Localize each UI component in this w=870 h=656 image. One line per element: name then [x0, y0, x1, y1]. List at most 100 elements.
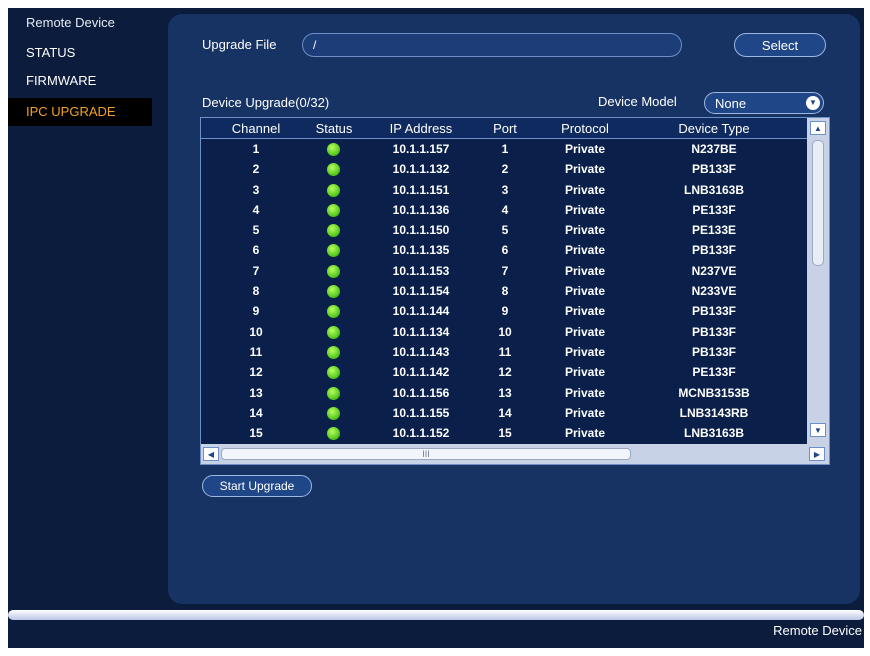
sidebar-item-status[interactable]: STATUS: [8, 39, 152, 67]
progress-bar: [8, 610, 864, 620]
status-online-icon: [327, 163, 340, 177]
vertical-scrollbar[interactable]: ▲ ▼: [807, 118, 829, 444]
protocol-cell: Private: [564, 162, 606, 177]
table-row[interactable]: 7 10.1.1.153 7 Private N237VE: [201, 261, 807, 281]
table-row[interactable]: 14 10.1.1.155 14 Private LNB3143RB: [201, 403, 807, 423]
port-cell: 5: [501, 223, 509, 238]
status-online-icon: [327, 224, 340, 238]
status-online-icon: [327, 203, 340, 217]
protocol-cell: Private: [564, 365, 606, 380]
table-row[interactable]: 15 10.1.1.152 15 Private LNB3163B: [201, 423, 807, 443]
select-button[interactable]: Select: [734, 33, 826, 57]
column-header-ip-address[interactable]: IP Address: [367, 121, 475, 136]
device-model-select[interactable]: None ▼: [704, 92, 824, 114]
status-online-icon: [327, 285, 340, 299]
channel-cell: 4: [252, 202, 260, 217]
port-cell: 10: [498, 324, 512, 339]
protocol-cell: Private: [564, 426, 606, 441]
upgrade-file-input[interactable]: [302, 33, 682, 57]
bottom-bar: Remote Device: [8, 606, 864, 648]
device-type-cell: PB133F: [691, 344, 737, 359]
channel-cell: 9: [252, 304, 260, 319]
ip-address-cell: 10.1.1.154: [392, 284, 450, 299]
table-row[interactable]: 12 10.1.1.142 12 Private PE133F: [201, 362, 807, 382]
ip-address-cell: 10.1.1.142: [392, 365, 450, 380]
port-cell: 6: [501, 243, 509, 258]
port-cell: 3: [501, 182, 509, 197]
protocol-cell: Private: [564, 304, 606, 319]
channel-cell: 14: [249, 405, 263, 420]
ip-address-cell: 10.1.1.143: [392, 344, 450, 359]
table-row[interactable]: 8 10.1.1.154 8 Private N233VE: [201, 281, 807, 301]
ip-address-cell: 10.1.1.157: [392, 142, 450, 156]
channel-cell: 13: [249, 385, 263, 400]
sidebar-title: Remote Device: [26, 15, 115, 30]
table-row[interactable]: 9 10.1.1.144 9 Private PB133F: [201, 301, 807, 321]
table-row[interactable]: 2 10.1.1.132 2 Private PB133F: [201, 159, 807, 179]
table-row[interactable]: 1 10.1.1.157 1 Private N237BE: [201, 139, 807, 159]
channel-cell: 8: [252, 284, 260, 299]
sidebar-item-firmware[interactable]: FIRMWARE: [8, 67, 152, 95]
channel-cell: 1: [252, 142, 260, 156]
port-cell: 11: [498, 344, 512, 359]
device-type-cell: LNB3163B: [683, 426, 745, 441]
table-row[interactable]: 6 10.1.1.135 6 Private PB133F: [201, 240, 807, 260]
status-online-icon: [327, 386, 340, 400]
device-type-cell: PB133F: [691, 162, 737, 177]
column-header-device-type[interactable]: Device Type: [631, 121, 797, 136]
table-row[interactable]: 4 10.1.1.136 4 Private PE133F: [201, 200, 807, 220]
start-upgrade-button[interactable]: Start Upgrade: [202, 475, 312, 497]
protocol-cell: Private: [564, 142, 606, 156]
ip-address-cell: 10.1.1.156: [392, 385, 450, 400]
protocol-cell: Private: [564, 344, 606, 359]
device-type-cell: N233VE: [691, 284, 737, 299]
scroll-left-arrow-icon[interactable]: ◀: [203, 447, 219, 461]
channel-cell: 11: [249, 344, 263, 359]
horizontal-scrollbar[interactable]: ◀ III ▶: [201, 444, 829, 464]
scroll-down-arrow-icon[interactable]: ▼: [810, 423, 826, 437]
chevron-down-icon: ▼: [806, 96, 820, 110]
column-header-channel[interactable]: Channel: [221, 121, 291, 136]
vertical-scroll-thumb[interactable]: [812, 140, 824, 266]
device-model-value: None: [715, 96, 747, 111]
ip-address-cell: 10.1.1.132: [392, 162, 450, 177]
status-online-icon: [327, 183, 340, 197]
column-header-protocol[interactable]: Protocol: [541, 121, 629, 136]
sidebar-item-ipc-upgrade[interactable]: IPC UPGRADE: [8, 98, 152, 126]
table-row[interactable]: 10 10.1.1.134 10 Private PB133F: [201, 322, 807, 342]
port-cell: 2: [501, 162, 509, 177]
device-type-cell: PE133F: [692, 365, 736, 380]
device-type-cell: PE133F: [692, 202, 736, 217]
port-cell: 8: [501, 284, 509, 299]
table-row[interactable]: 13 10.1.1.156 13 Private MCNB3153B: [201, 383, 807, 403]
bottom-bar-label: Remote Device: [773, 623, 862, 638]
sidebar: Remote Device STATUS FIRMWARE IPC UPGRAD…: [8, 8, 160, 608]
protocol-cell: Private: [564, 263, 606, 278]
ip-address-cell: 10.1.1.144: [392, 304, 450, 319]
scroll-right-arrow-icon[interactable]: ▶: [809, 447, 825, 461]
channel-cell: 3: [252, 182, 260, 197]
ip-address-cell: 10.1.1.150: [392, 223, 450, 238]
scroll-up-arrow-icon[interactable]: ▲: [810, 121, 826, 135]
device-type-cell: PE133E: [691, 223, 737, 238]
protocol-cell: Private: [564, 202, 606, 217]
table-row[interactable]: 11 10.1.1.143 11 Private PB133F: [201, 342, 807, 362]
protocol-cell: Private: [564, 324, 606, 339]
status-online-icon: [327, 406, 340, 420]
channel-cell: 5: [252, 223, 260, 238]
device-type-cell: PB133F: [691, 304, 737, 319]
column-header-port[interactable]: Port: [479, 121, 531, 136]
protocol-cell: Private: [564, 284, 606, 299]
table-row[interactable]: 3 10.1.1.151 3 Private LNB3163B: [201, 180, 807, 200]
ip-address-cell: 10.1.1.153: [392, 263, 450, 278]
horizontal-scroll-thumb[interactable]: III: [221, 448, 631, 460]
ip-address-cell: 10.1.1.155: [392, 405, 450, 420]
status-online-icon: [327, 143, 340, 156]
port-cell: 9: [501, 304, 509, 319]
table-row[interactable]: 5 10.1.1.150 5 Private PE133E: [201, 220, 807, 240]
column-header-status[interactable]: Status: [307, 121, 361, 136]
status-online-icon: [327, 345, 340, 359]
device-table: Channel Status IP Address Port Protocol …: [200, 117, 830, 465]
port-cell: 4: [501, 202, 509, 217]
status-online-icon: [327, 325, 340, 339]
